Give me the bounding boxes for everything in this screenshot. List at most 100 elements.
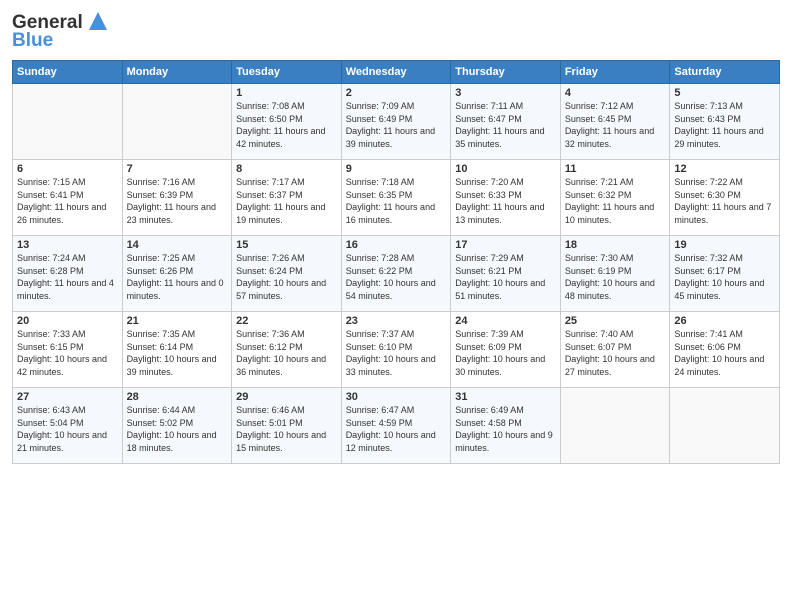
calendar-table: SundayMondayTuesdayWednesdayThursdayFrid… bbox=[12, 60, 780, 464]
day-number: 12 bbox=[674, 163, 775, 175]
day-info: Sunrise: 7:37 AMSunset: 6:10 PMDaylight:… bbox=[346, 328, 447, 378]
calendar-day-cell: 24Sunrise: 7:39 AMSunset: 6:09 PMDayligh… bbox=[451, 312, 561, 388]
calendar-day-cell: 9Sunrise: 7:18 AMSunset: 6:35 PMDaylight… bbox=[341, 160, 451, 236]
day-number: 22 bbox=[236, 315, 337, 327]
day-number: 29 bbox=[236, 391, 337, 403]
day-number: 27 bbox=[17, 391, 118, 403]
calendar-body: 1Sunrise: 7:08 AMSunset: 6:50 PMDaylight… bbox=[13, 84, 780, 464]
calendar-week-row: 13Sunrise: 7:24 AMSunset: 6:28 PMDayligh… bbox=[13, 236, 780, 312]
day-info: Sunrise: 7:17 AMSunset: 6:37 PMDaylight:… bbox=[236, 176, 337, 226]
calendar-day-cell: 12Sunrise: 7:22 AMSunset: 6:30 PMDayligh… bbox=[670, 160, 780, 236]
calendar-day-cell bbox=[670, 388, 780, 464]
day-info: Sunrise: 7:22 AMSunset: 6:30 PMDaylight:… bbox=[674, 176, 775, 226]
day-info: Sunrise: 6:43 AMSunset: 5:04 PMDaylight:… bbox=[17, 404, 118, 454]
weekday-header-cell: Monday bbox=[122, 61, 232, 84]
day-number: 7 bbox=[127, 163, 228, 175]
day-info: Sunrise: 7:18 AMSunset: 6:35 PMDaylight:… bbox=[346, 176, 447, 226]
day-number: 9 bbox=[346, 163, 447, 175]
day-number: 30 bbox=[346, 391, 447, 403]
day-info: Sunrise: 7:21 AMSunset: 6:32 PMDaylight:… bbox=[565, 176, 666, 226]
day-info: Sunrise: 7:28 AMSunset: 6:22 PMDaylight:… bbox=[346, 252, 447, 302]
day-info: Sunrise: 7:30 AMSunset: 6:19 PMDaylight:… bbox=[565, 252, 666, 302]
day-info: Sunrise: 7:16 AMSunset: 6:39 PMDaylight:… bbox=[127, 176, 228, 226]
day-number: 16 bbox=[346, 239, 447, 251]
calendar-day-cell: 27Sunrise: 6:43 AMSunset: 5:04 PMDayligh… bbox=[13, 388, 123, 464]
day-info: Sunrise: 6:44 AMSunset: 5:02 PMDaylight:… bbox=[127, 404, 228, 454]
day-number: 18 bbox=[565, 239, 666, 251]
day-info: Sunrise: 7:08 AMSunset: 6:50 PMDaylight:… bbox=[236, 100, 337, 150]
day-number: 20 bbox=[17, 315, 118, 327]
day-number: 14 bbox=[127, 239, 228, 251]
day-number: 13 bbox=[17, 239, 118, 251]
day-info: Sunrise: 7:39 AMSunset: 6:09 PMDaylight:… bbox=[455, 328, 556, 378]
calendar-day-cell: 18Sunrise: 7:30 AMSunset: 6:19 PMDayligh… bbox=[560, 236, 670, 312]
day-number: 26 bbox=[674, 315, 775, 327]
weekday-header-cell: Tuesday bbox=[232, 61, 342, 84]
day-number: 15 bbox=[236, 239, 337, 251]
calendar-day-cell: 5Sunrise: 7:13 AMSunset: 6:43 PMDaylight… bbox=[670, 84, 780, 160]
day-info: Sunrise: 7:40 AMSunset: 6:07 PMDaylight:… bbox=[565, 328, 666, 378]
calendar-day-cell: 14Sunrise: 7:25 AMSunset: 6:26 PMDayligh… bbox=[122, 236, 232, 312]
calendar-week-row: 20Sunrise: 7:33 AMSunset: 6:15 PMDayligh… bbox=[13, 312, 780, 388]
day-info: Sunrise: 7:09 AMSunset: 6:49 PMDaylight:… bbox=[346, 100, 447, 150]
weekday-header-cell: Friday bbox=[560, 61, 670, 84]
calendar-day-cell bbox=[560, 388, 670, 464]
calendar-container: General Blue SundayMondayTuesdayWednesda… bbox=[0, 0, 792, 472]
day-number: 5 bbox=[674, 87, 775, 99]
weekday-header-cell: Thursday bbox=[451, 61, 561, 84]
calendar-day-cell: 31Sunrise: 6:49 AMSunset: 4:58 PMDayligh… bbox=[451, 388, 561, 464]
day-number: 4 bbox=[565, 87, 666, 99]
day-info: Sunrise: 7:26 AMSunset: 6:24 PMDaylight:… bbox=[236, 252, 337, 302]
calendar-day-cell: 21Sunrise: 7:35 AMSunset: 6:14 PMDayligh… bbox=[122, 312, 232, 388]
calendar-week-row: 1Sunrise: 7:08 AMSunset: 6:50 PMDaylight… bbox=[13, 84, 780, 160]
day-number: 10 bbox=[455, 163, 556, 175]
calendar-day-cell: 11Sunrise: 7:21 AMSunset: 6:32 PMDayligh… bbox=[560, 160, 670, 236]
day-info: Sunrise: 7:24 AMSunset: 6:28 PMDaylight:… bbox=[17, 252, 118, 302]
day-number: 24 bbox=[455, 315, 556, 327]
calendar-week-row: 27Sunrise: 6:43 AMSunset: 5:04 PMDayligh… bbox=[13, 388, 780, 464]
day-info: Sunrise: 7:32 AMSunset: 6:17 PMDaylight:… bbox=[674, 252, 775, 302]
day-number: 1 bbox=[236, 87, 337, 99]
calendar-week-row: 6Sunrise: 7:15 AMSunset: 6:41 PMDaylight… bbox=[13, 160, 780, 236]
day-number: 3 bbox=[455, 87, 556, 99]
day-info: Sunrise: 7:13 AMSunset: 6:43 PMDaylight:… bbox=[674, 100, 775, 150]
calendar-day-cell: 29Sunrise: 6:46 AMSunset: 5:01 PMDayligh… bbox=[232, 388, 342, 464]
calendar-day-cell: 25Sunrise: 7:40 AMSunset: 6:07 PMDayligh… bbox=[560, 312, 670, 388]
calendar-day-cell: 2Sunrise: 7:09 AMSunset: 6:49 PMDaylight… bbox=[341, 84, 451, 160]
day-info: Sunrise: 7:20 AMSunset: 6:33 PMDaylight:… bbox=[455, 176, 556, 226]
calendar-day-cell: 1Sunrise: 7:08 AMSunset: 6:50 PMDaylight… bbox=[232, 84, 342, 160]
calendar-day-cell: 22Sunrise: 7:36 AMSunset: 6:12 PMDayligh… bbox=[232, 312, 342, 388]
day-number: 19 bbox=[674, 239, 775, 251]
calendar-day-cell bbox=[122, 84, 232, 160]
calendar-day-cell: 16Sunrise: 7:28 AMSunset: 6:22 PMDayligh… bbox=[341, 236, 451, 312]
day-number: 23 bbox=[346, 315, 447, 327]
day-info: Sunrise: 6:49 AMSunset: 4:58 PMDaylight:… bbox=[455, 404, 556, 454]
calendar-day-cell: 7Sunrise: 7:16 AMSunset: 6:39 PMDaylight… bbox=[122, 160, 232, 236]
calendar-day-cell: 23Sunrise: 7:37 AMSunset: 6:10 PMDayligh… bbox=[341, 312, 451, 388]
calendar-day-cell: 10Sunrise: 7:20 AMSunset: 6:33 PMDayligh… bbox=[451, 160, 561, 236]
logo: General Blue bbox=[12, 10, 111, 52]
day-number: 17 bbox=[455, 239, 556, 251]
day-info: Sunrise: 7:33 AMSunset: 6:15 PMDaylight:… bbox=[17, 328, 118, 378]
calendar-day-cell: 8Sunrise: 7:17 AMSunset: 6:37 PMDaylight… bbox=[232, 160, 342, 236]
calendar-day-cell: 20Sunrise: 7:33 AMSunset: 6:15 PMDayligh… bbox=[13, 312, 123, 388]
day-info: Sunrise: 7:12 AMSunset: 6:45 PMDaylight:… bbox=[565, 100, 666, 150]
calendar-day-cell: 26Sunrise: 7:41 AMSunset: 6:06 PMDayligh… bbox=[670, 312, 780, 388]
weekday-header-row: SundayMondayTuesdayWednesdayThursdayFrid… bbox=[13, 61, 780, 84]
calendar-day-cell: 19Sunrise: 7:32 AMSunset: 6:17 PMDayligh… bbox=[670, 236, 780, 312]
calendar-day-cell bbox=[13, 84, 123, 160]
day-info: Sunrise: 7:25 AMSunset: 6:26 PMDaylight:… bbox=[127, 252, 228, 302]
calendar-day-cell: 15Sunrise: 7:26 AMSunset: 6:24 PMDayligh… bbox=[232, 236, 342, 312]
calendar-day-cell: 17Sunrise: 7:29 AMSunset: 6:21 PMDayligh… bbox=[451, 236, 561, 312]
day-info: Sunrise: 6:47 AMSunset: 4:59 PMDaylight:… bbox=[346, 404, 447, 454]
logo-icon bbox=[85, 8, 111, 34]
calendar-day-cell: 3Sunrise: 7:11 AMSunset: 6:47 PMDaylight… bbox=[451, 84, 561, 160]
day-info: Sunrise: 7:35 AMSunset: 6:14 PMDaylight:… bbox=[127, 328, 228, 378]
day-number: 8 bbox=[236, 163, 337, 175]
weekday-header-cell: Wednesday bbox=[341, 61, 451, 84]
day-number: 25 bbox=[565, 315, 666, 327]
header: General Blue bbox=[12, 10, 780, 52]
day-number: 6 bbox=[17, 163, 118, 175]
calendar-day-cell: 28Sunrise: 6:44 AMSunset: 5:02 PMDayligh… bbox=[122, 388, 232, 464]
day-info: Sunrise: 7:36 AMSunset: 6:12 PMDaylight:… bbox=[236, 328, 337, 378]
